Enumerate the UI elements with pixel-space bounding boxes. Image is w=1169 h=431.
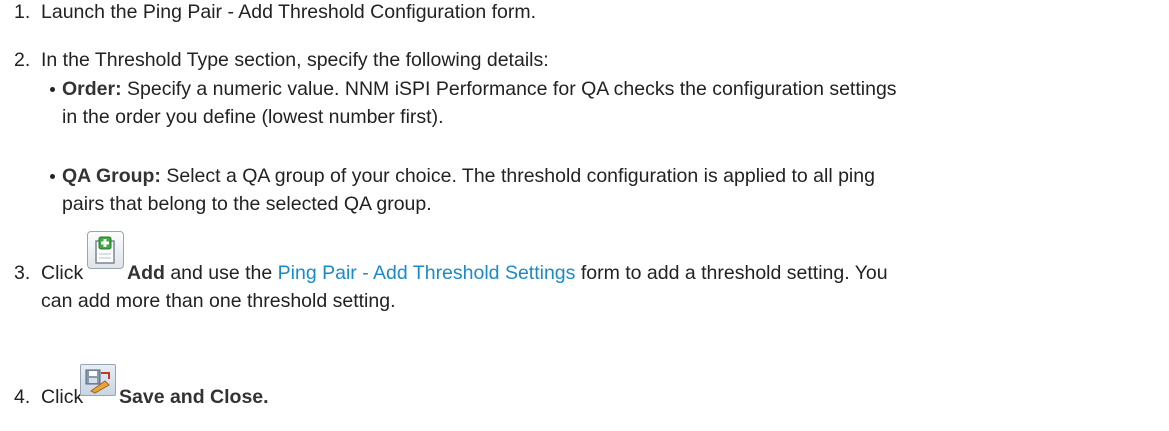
order-label: Order: — [62, 78, 122, 100]
bullet-dot — [50, 174, 55, 179]
order-text-line2: in the order you define (lowest number f… — [62, 106, 444, 128]
step-3-mid: and use the — [170, 262, 273, 284]
step-3-after: form to add a threshold setting. You — [580, 262, 888, 284]
save-and-close-label: Save and Close. — [119, 386, 269, 408]
step-1: 1. — [14, 0, 30, 24]
qa-group-label: QA Group: — [62, 165, 161, 187]
step-4-click: Click — [41, 386, 84, 408]
step-3-number: 3. — [14, 262, 31, 284]
step-1-text: Launch the Ping Pair - Add Threshold Con… — [41, 1, 537, 23]
qa-group-text-line2: pairs that belong to the selected QA gro… — [62, 193, 432, 215]
step-3-line2: can add more than one threshold setting. — [41, 290, 396, 312]
qa-group-text-line1: Select a QA group of your choice. The th… — [166, 165, 875, 187]
step-2-text: In the Threshold Type section, specify t… — [41, 49, 549, 71]
ping-pair-add-threshold-settings-link[interactable]: Ping Pair - Add Threshold Settings — [278, 262, 576, 284]
step-2-number: 2. — [14, 49, 31, 71]
step-4-number: 4. — [14, 386, 31, 408]
step-3-rest: Add and use the Ping Pair - Add Threshol… — [127, 261, 888, 285]
add-icon-graphic — [95, 236, 115, 264]
save-and-close-icon[interactable] — [80, 364, 116, 396]
bullet-order: Order: Specify a numeric value. NNM iSPI… — [62, 77, 897, 101]
step-number: 1. — [14, 1, 31, 23]
step-3-click: Click — [41, 262, 84, 284]
step-4-rest: Save and Close. — [119, 385, 269, 409]
bullet-qa-group: QA Group: Select a QA group of your choi… — [62, 164, 875, 188]
procedure-document: 1. Launch the Ping Pair - Add Threshold … — [0, 0, 1169, 431]
add-icon[interactable] — [87, 231, 124, 269]
order-text-line1: Specify a numeric value. NNM iSPI Perfor… — [127, 78, 897, 100]
bullet-dot — [50, 87, 55, 92]
save-and-close-icon-graphic — [85, 369, 110, 394]
add-action-label: Add — [127, 262, 165, 284]
